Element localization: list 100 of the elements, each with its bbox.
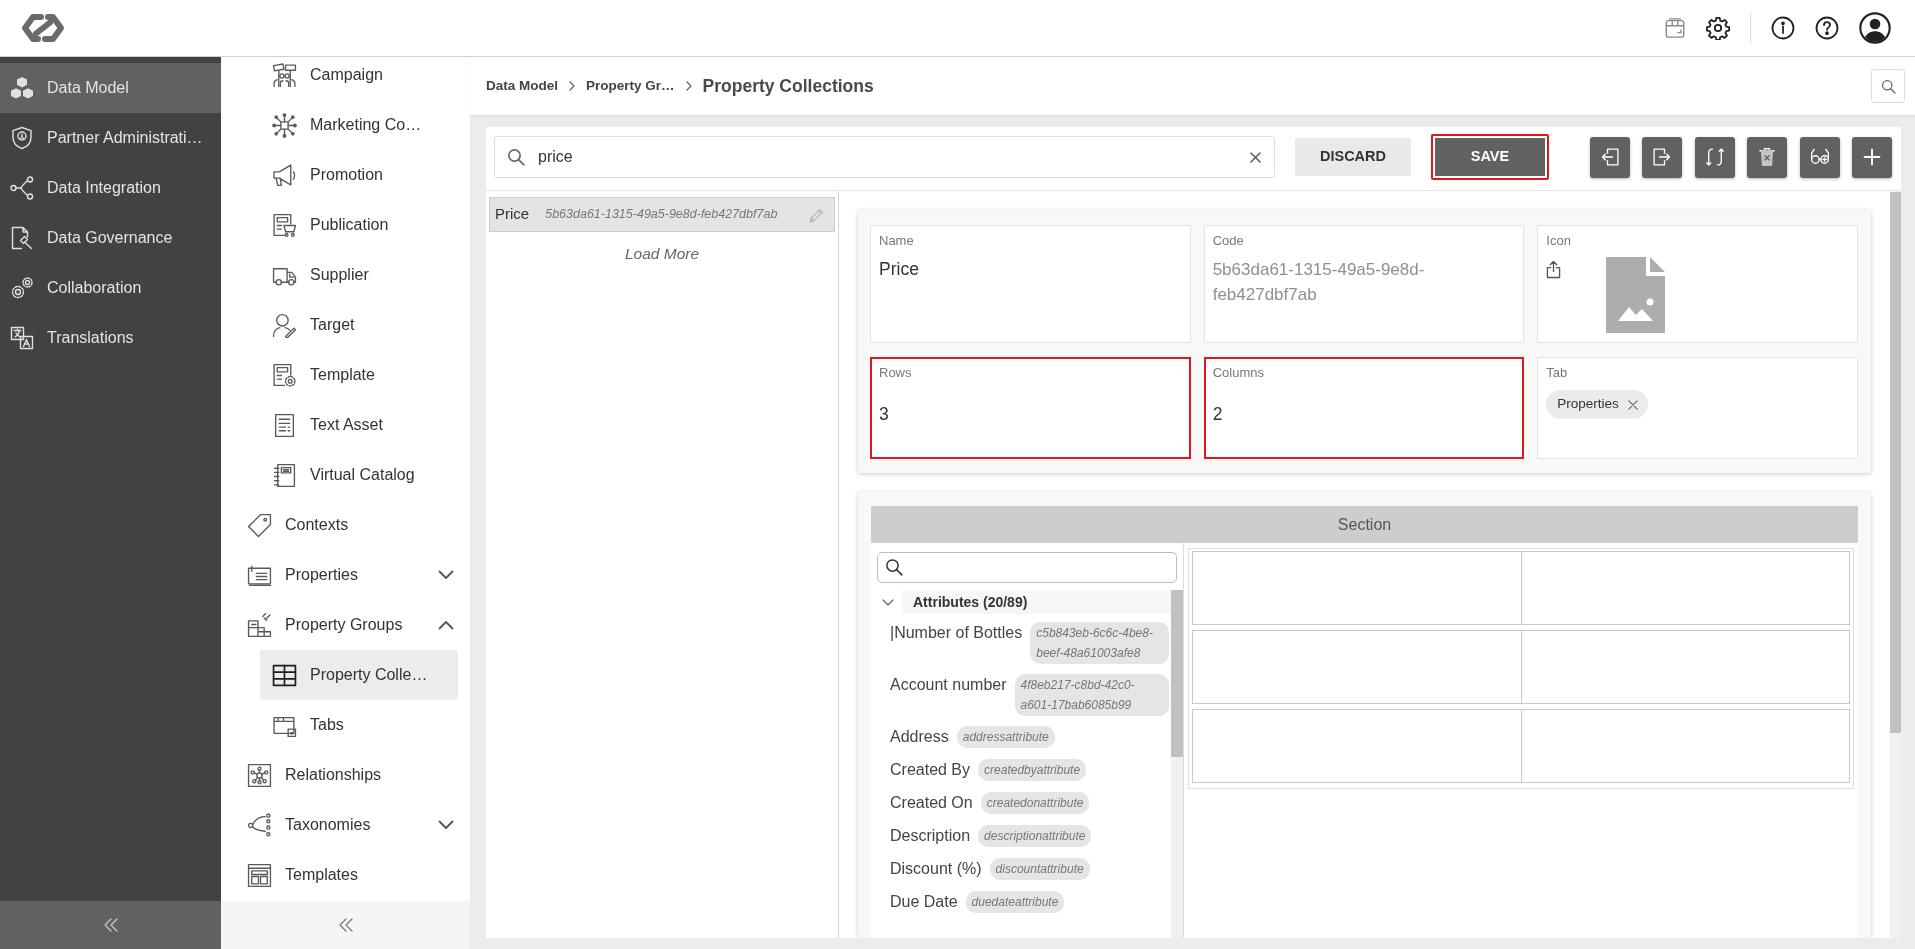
item-code: 5b63da61-1315-49a5-9e8d-feb427dbf7ab — [545, 206, 778, 224]
submenu-item[interactable]: Taxonomies — [235, 800, 458, 850]
attribute-name[interactable]: |Number of Bottles — [890, 621, 1023, 645]
package-icon[interactable] — [1664, 17, 1686, 39]
clear-icon[interactable] — [1250, 151, 1261, 163]
field-label: Code — [1212, 233, 1244, 248]
import-button[interactable] — [1589, 136, 1630, 178]
sidebar-item[interactable]: Partner Administrati… — [0, 113, 221, 163]
submenu-item[interactable]: Templates — [235, 850, 458, 900]
sidebar-item[interactable]: Data Model — [0, 63, 221, 113]
attribute-name[interactable]: Description — [890, 824, 971, 848]
document-icon — [272, 412, 297, 438]
attribute-name[interactable]: Discount (%) — [890, 857, 982, 881]
submenu-item[interactable]: Contexts — [235, 500, 458, 550]
shield-icon — [10, 126, 34, 150]
submenu-item[interactable]: Target — [260, 300, 458, 350]
attribute-name[interactable]: Created On — [890, 791, 973, 815]
network-icon — [247, 762, 272, 788]
text-field[interactable]: Name Price — [870, 225, 1191, 343]
box-arrow-left-icon — [1599, 147, 1620, 167]
tag-icon — [247, 512, 272, 538]
save-button[interactable]: SAVE — [1431, 134, 1549, 180]
submenu-item[interactable]: Relationships — [235, 750, 458, 800]
scrollbar-thumb[interactable] — [1171, 590, 1183, 757]
chevron-down-icon[interactable] — [438, 820, 454, 830]
load-more-link[interactable]: Load More — [624, 245, 700, 262]
cubes-icon — [10, 76, 34, 100]
chevron-down-icon[interactable] — [438, 570, 454, 580]
delete-button[interactable] — [1747, 136, 1787, 178]
settings-icon[interactable] — [1706, 16, 1730, 40]
attribute-code: duedateattribute — [965, 891, 1065, 913]
field-value: 5b63da61-1315-49a5-9e8d-feb427dbf7ab — [1212, 260, 1425, 304]
user-avatar-icon[interactable] — [1859, 12, 1891, 44]
sidebar-item[interactable]: Data Governance — [0, 213, 221, 263]
tag-field[interactable]: Tab Properties — [1537, 357, 1858, 459]
box-arrow-right-icon — [1652, 147, 1672, 167]
trash-x-icon — [1757, 147, 1777, 167]
number-field[interactable]: Rows 3 — [870, 357, 1191, 459]
breadcrumb-link[interactable]: Property Gr… — [586, 75, 675, 97]
field-value: 2 — [1212, 404, 1223, 424]
submenu-item[interactable]: Properties — [235, 550, 458, 600]
breadcrumb-link[interactable]: Data Model — [486, 75, 558, 97]
swap-arrows-icon — [1704, 147, 1725, 167]
submenu-item[interactable]: Campaign — [260, 57, 458, 100]
sidebar-item[interactable]: Data Integration — [0, 163, 221, 213]
field-label: Rows — [879, 365, 912, 380]
notebook-icon — [272, 462, 297, 488]
field-value: Price — [879, 259, 919, 279]
info-icon[interactable] — [1771, 16, 1795, 40]
number-field[interactable]: Columns 2 — [1203, 357, 1525, 459]
search-icon — [1880, 78, 1896, 94]
submenu-item[interactable]: Marketing Co… — [260, 100, 458, 150]
attribute-code: createdbyattribute — [978, 759, 1087, 781]
branch-icon — [247, 812, 272, 838]
page-cart-icon — [272, 212, 297, 238]
sidebar-item[interactable]: Collaboration — [0, 263, 221, 313]
swap-button[interactable] — [1694, 136, 1735, 178]
discard-button[interactable]: DISCARD — [1295, 138, 1411, 176]
submenu-item[interactable]: Promotion — [260, 150, 458, 200]
preview-button[interactable] — [1799, 136, 1840, 178]
chevron-down-icon[interactable] — [882, 598, 894, 606]
submenu-item[interactable]: Publication — [260, 200, 458, 250]
group-header[interactable]: Attributes (20/89) — [902, 590, 1171, 614]
tag-chip[interactable]: Properties — [1546, 390, 1648, 419]
field-label: Name — [879, 233, 914, 248]
sidebar-item[interactable]: Translations — [0, 313, 221, 363]
upload-icon[interactable] — [1546, 260, 1562, 279]
code-field[interactable]: Code 5b63da61-1315-49a5-9e8d-feb427dbf7ab — [1203, 225, 1525, 343]
submenu-item[interactable]: Property Groups — [235, 600, 458, 650]
search-icon — [507, 148, 525, 166]
chevron-up-icon[interactable] — [438, 620, 454, 630]
double-chevron-left-icon — [338, 918, 353, 932]
submenu-item[interactable]: Template — [260, 350, 458, 400]
search-field[interactable]: price — [494, 136, 1275, 178]
attribute-name[interactable]: Due Date — [890, 890, 958, 914]
scrollbar-thumb[interactable] — [1890, 192, 1901, 733]
attribute-name[interactable]: Account number — [890, 673, 1007, 697]
export-button[interactable] — [1642, 136, 1682, 178]
plus-icon — [1862, 147, 1882, 167]
attribute-name[interactable]: Created By — [890, 758, 971, 782]
submenu-item[interactable]: Supplier — [260, 250, 458, 300]
submenu-item[interactable]: Virtual Catalog — [260, 450, 458, 500]
close-icon[interactable] — [1627, 399, 1638, 410]
double-chevron-left-icon — [103, 918, 118, 932]
document-hammer-icon — [10, 226, 34, 250]
submenu-item[interactable]: Property Colle… — [260, 650, 458, 700]
search-button[interactable] — [1871, 69, 1905, 103]
help-icon[interactable] — [1815, 16, 1839, 40]
attribute-name[interactable]: Address — [890, 725, 949, 749]
attribute-code: addressattribute — [956, 726, 1055, 748]
attribute-code: 4f8eb217-c8bd-42c0-a601-17bab6085b99 — [1014, 674, 1169, 716]
search-field[interactable] — [877, 552, 1177, 583]
add-button[interactable] — [1852, 136, 1892, 178]
submenu-item[interactable]: Text Asset — [260, 400, 458, 450]
item-name: Price — [495, 204, 530, 225]
glasses-plus-icon — [1809, 147, 1830, 167]
submenu-item[interactable]: Tabs — [260, 700, 458, 750]
icon-field[interactable]: Icon — [1537, 225, 1858, 343]
list-item[interactable]: Price 5b63da61-1315-49a5-9e8d-feb427dbf7ab — [489, 197, 835, 232]
hub-icon — [272, 112, 297, 138]
